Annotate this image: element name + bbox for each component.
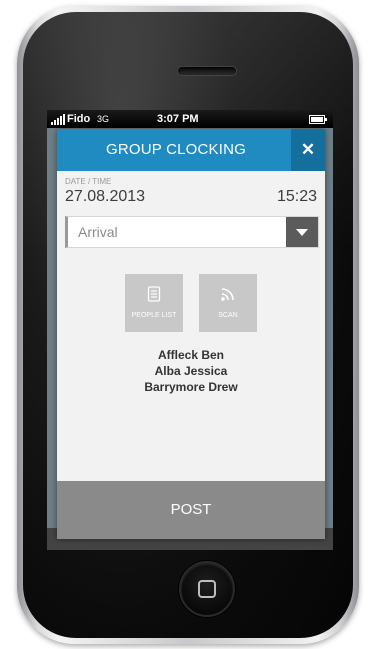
- wireless-scan-icon: [221, 288, 234, 301]
- date-time-label: DATE / TIME: [65, 177, 112, 186]
- close-button[interactable]: ✕: [291, 129, 325, 171]
- list-item: Barrymore Drew: [144, 380, 238, 394]
- list-item: Alba Jessica: [154, 364, 228, 378]
- battery-icon: [309, 115, 327, 124]
- chevron-down-icon[interactable]: [286, 217, 318, 247]
- date-value[interactable]: 27.08.2013: [65, 188, 145, 206]
- select-value: Arrival: [78, 224, 118, 240]
- list-item: Affleck Ben: [157, 348, 225, 362]
- status-clock: 3:07 PM: [157, 113, 199, 125]
- clocking-type-select[interactable]: Arrival: [65, 216, 319, 248]
- selected-people-list: Affleck Ben Alba Jessica Barrymore Drew: [57, 347, 325, 395]
- earpiece-speaker: [177, 66, 237, 76]
- signal-bars-icon: [51, 114, 65, 125]
- phone-screen: Fido 3G 3:07 PM GROUP CLOCKING ✕ DATE / …: [47, 110, 333, 550]
- status-bar: Fido 3G 3:07 PM: [47, 110, 333, 128]
- home-button[interactable]: [179, 561, 235, 617]
- time-value[interactable]: 15:23: [277, 188, 317, 206]
- dialog-title: GROUP CLOCKING: [105, 141, 247, 158]
- carrier-name: Fido: [67, 113, 91, 125]
- document-list-icon: [147, 286, 161, 302]
- dialog-header: GROUP CLOCKING ✕: [57, 129, 325, 171]
- people-list-button[interactable]: PEOPLE LIST: [125, 274, 183, 332]
- group-clocking-dialog: GROUP CLOCKING ✕ DATE / TIME 27.08.2013 …: [57, 129, 325, 539]
- scan-label: SCAN: [218, 312, 238, 319]
- home-square-icon: [198, 580, 216, 598]
- network-type: 3G: [97, 114, 110, 124]
- people-list-label: PEOPLE LIST: [131, 312, 177, 319]
- post-button[interactable]: POST: [57, 481, 325, 539]
- scan-button[interactable]: SCAN: [199, 274, 257, 332]
